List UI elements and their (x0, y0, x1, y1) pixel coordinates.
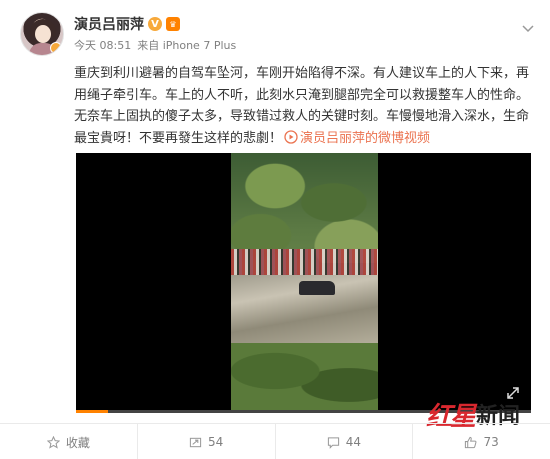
post-source: 来自 iPhone 7 Plus (137, 39, 237, 52)
author-row: 演员吕丽萍 V ♛ (74, 14, 180, 34)
post-time[interactable]: 今天 08:51 (74, 37, 131, 53)
post-content: 重庆到利川避暑的自驾车坠河，车刚开始陷得不深。有人建议车上的人下来，再用绳子牵引… (74, 63, 534, 149)
avatar-face (35, 25, 51, 43)
verified-icon: V (148, 17, 162, 31)
favorite-button[interactable]: 收藏 (0, 424, 138, 459)
author-name[interactable]: 演员吕丽萍 (74, 14, 144, 34)
thumbs-up-icon (465, 436, 477, 448)
more-menu-chevron-icon[interactable] (522, 18, 534, 33)
vip-level-icon: ♛ (166, 17, 180, 31)
like-count: 73 (483, 435, 499, 449)
video-trees (231, 153, 378, 263)
comment-button[interactable]: 44 (276, 424, 414, 459)
post-meta: 今天 08:51 来自 iPhone 7 Plus (74, 37, 236, 53)
video-car (299, 281, 335, 295)
author-avatar[interactable] (20, 12, 64, 56)
weibo-post: 演员吕丽萍 V ♛ 今天 08:51 来自 iPhone 7 Plus 重庆到利… (0, 0, 550, 459)
action-bar: 收藏 54 44 73 (0, 423, 550, 459)
repost-count: 54 (207, 435, 224, 449)
favorite-label: 收藏 (65, 435, 90, 450)
video-link-icon (284, 129, 298, 144)
like-button[interactable]: 73 (413, 424, 550, 459)
repost-button[interactable]: 54 (138, 424, 276, 459)
comment-icon (327, 436, 339, 449)
comment-count: 44 (345, 435, 362, 449)
video-crowd (231, 249, 378, 277)
video-progress-fill (76, 410, 108, 413)
repost-icon (189, 437, 202, 447)
video-frame (231, 153, 378, 413)
avatar-badge-icon (50, 42, 62, 54)
star-icon (46, 435, 60, 449)
video-player[interactable] (76, 153, 531, 413)
video-bank (231, 343, 378, 413)
video-link[interactable]: 演员吕丽萍的微博视频 (300, 131, 430, 146)
